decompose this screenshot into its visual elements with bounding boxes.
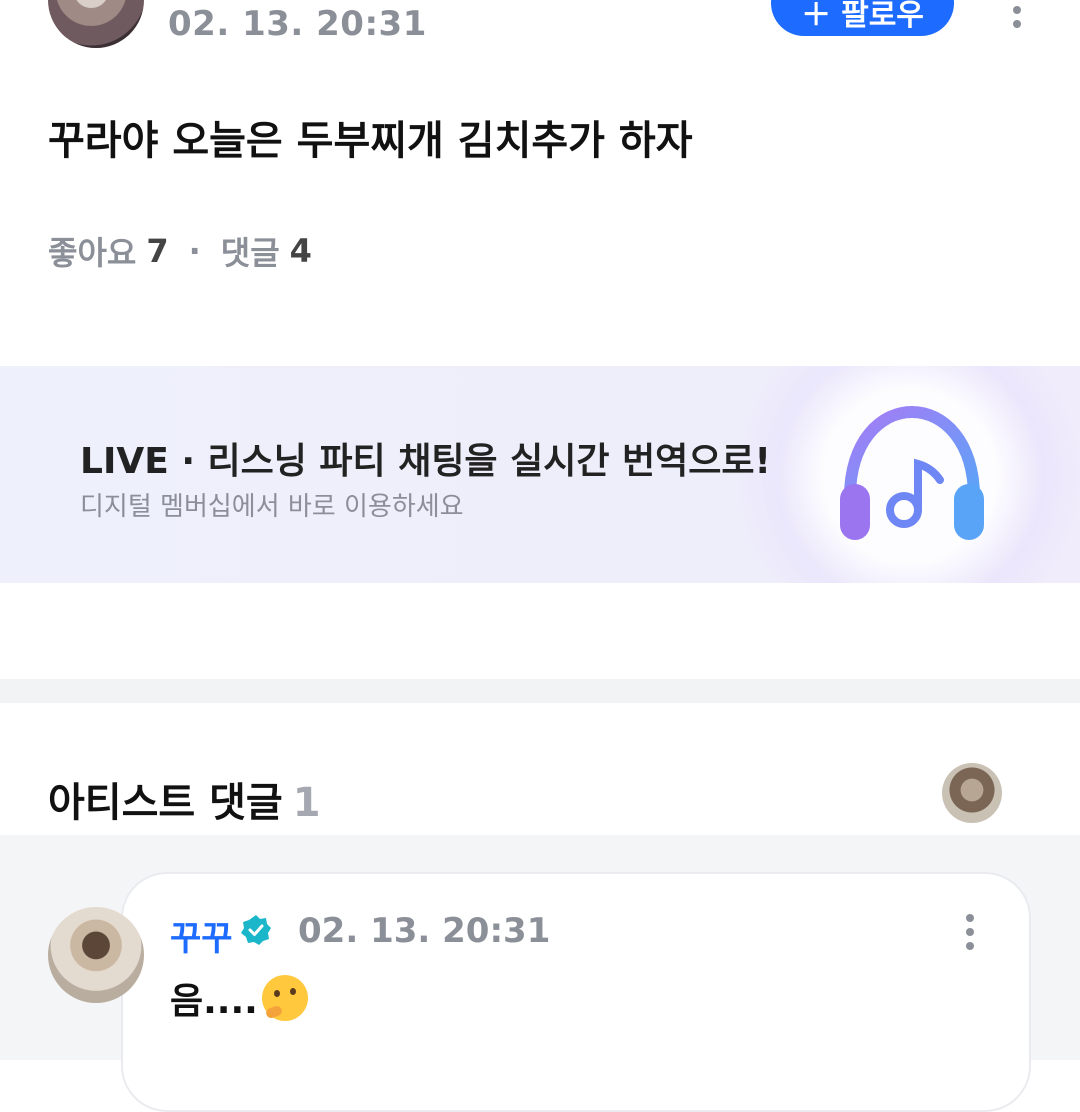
likes-count: 7 [146,232,169,270]
comment-author-name[interactable]: 꾸꾸 [170,911,233,960]
post-more-options-icon[interactable] [997,0,1037,30]
comments-count: 4 [289,232,312,270]
post-stats: 좋아요 7 · 댓글 4 [48,228,312,274]
artist-comments-count: 1 [292,780,321,826]
follow-button-label: 팔로우 [841,0,924,33]
banner-subtitle: 디지털 멤버십에서 바로 이용하세요 [80,492,464,522]
artist-comments-header: 아티스트 댓글 1 [48,770,321,828]
banner-title: LIVE · 리스닝 파티 채팅을 실시간 번역으로! [80,441,771,482]
comment-text: 음.... [170,972,308,1024]
verified-badge-icon [241,915,271,945]
post-author-avatar[interactable] [48,0,144,48]
follow-button[interactable]: ＋ 팔로우 [771,0,954,36]
plus-icon: ＋ [801,0,832,33]
stats-separator: · [188,232,201,270]
membership-banner[interactable]: LIVE · 리스닝 파티 채팅을 실시간 번역으로! 디지털 멤버십에서 바로… [0,366,1080,583]
section-divider [0,679,1080,703]
post-body-text: 꾸라야 오늘은 두부찌개 김치추가 하자 [48,118,693,164]
comment-more-options-icon[interactable] [950,912,990,952]
headphones-music-icon [840,405,984,540]
comments-label: 댓글 [220,234,280,272]
comment-text-body: 음.... [170,981,258,1022]
thinking-face-emoji [261,975,308,1021]
artist-avatar[interactable] [942,763,1002,823]
comment-timestamp: 02. 13. 20:31 [298,911,551,951]
likes-label: 좋아요 [48,234,137,272]
post-timestamp: 02. 13. 20:31 [168,4,427,44]
comment-author-avatar[interactable] [48,907,144,1003]
artist-comments-title: 아티스트 댓글 [48,780,283,826]
